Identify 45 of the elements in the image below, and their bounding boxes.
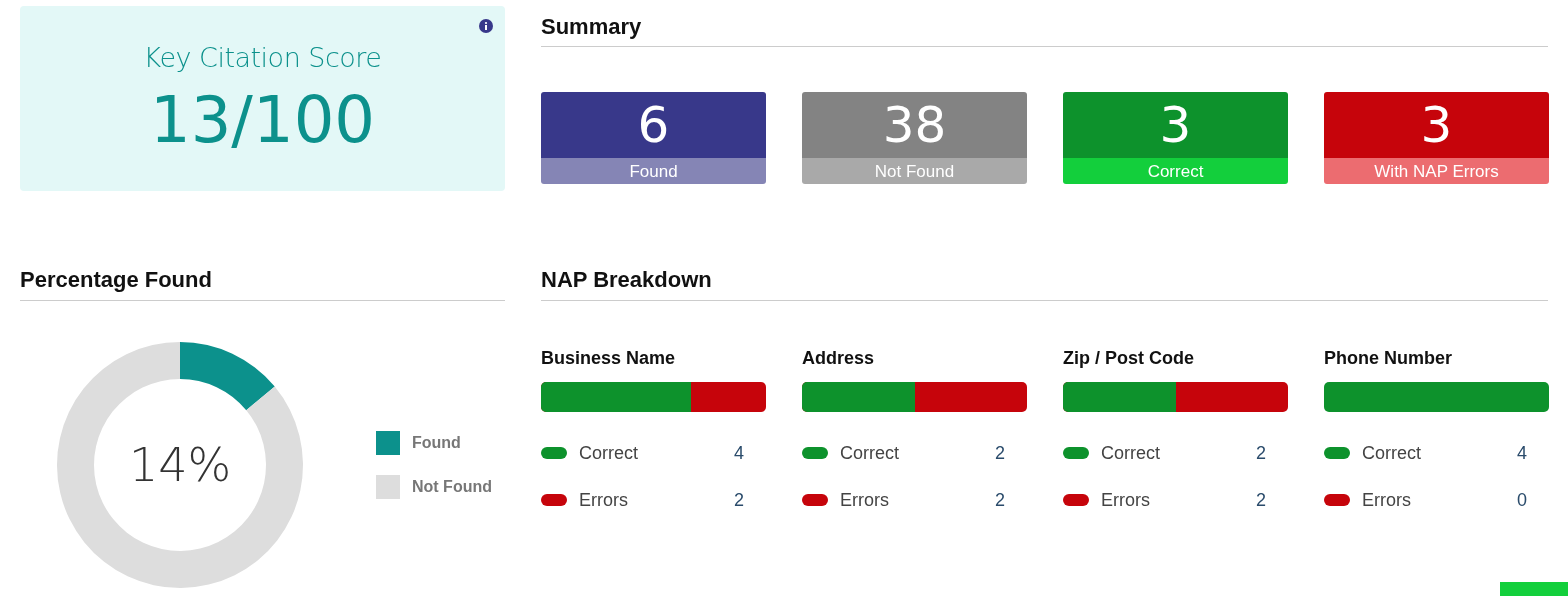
legend-label: Found [412, 432, 461, 453]
legend-pill [541, 447, 567, 460]
legend-label: Not Found [412, 476, 492, 497]
legend-pill [541, 494, 567, 507]
legend-pill [1324, 494, 1350, 507]
column-title: Address [802, 346, 876, 370]
count-value: 2 [1256, 488, 1266, 512]
tile-value: 3 [1063, 92, 1288, 159]
card-title: Key Citation Score [143, 41, 382, 75]
count-value: 2 [734, 488, 744, 512]
count-value: 2 [1256, 441, 1266, 465]
tile-label: With NAP Errors [1324, 158, 1549, 185]
score-value: 13/100 [149, 84, 376, 155]
legend-pill [1063, 494, 1089, 507]
legend-pill [1324, 447, 1350, 460]
tile-value: 3 [1324, 92, 1549, 159]
legend-pill [1063, 447, 1089, 460]
count-value: 4 [734, 441, 744, 465]
legend-pill [802, 494, 828, 507]
tile-value: 38 [802, 92, 1027, 159]
info-icon[interactable] [479, 19, 493, 33]
tile-value: 6 [541, 92, 766, 159]
count-value: 2 [995, 488, 1005, 512]
count-value: 0 [1517, 488, 1527, 512]
tile-label: Found [541, 158, 766, 185]
section-heading: Percentage Found [20, 267, 505, 301]
tile-label: Not Found [802, 158, 1027, 185]
donut-center-label: 14% [128, 436, 232, 494]
legend-label: Errors [1362, 488, 1412, 512]
column-title: Business Name [541, 346, 677, 370]
legend-pill [802, 447, 828, 460]
tile-label: Correct [1063, 158, 1288, 185]
section-heading: NAP Breakdown [541, 267, 1548, 301]
legend-label: Errors [1101, 488, 1151, 512]
column-title: Phone Number [1324, 346, 1453, 370]
legend-label: Correct [1101, 441, 1161, 465]
count-value: 4 [1517, 441, 1527, 465]
legend-label: Correct [1362, 441, 1422, 465]
legend-label: Correct [840, 441, 900, 465]
count-value: 2 [995, 441, 1005, 465]
legend-label: Correct [579, 441, 639, 465]
section-heading: Summary [541, 14, 1548, 48]
legend-label: Errors [840, 488, 890, 512]
legend-label: Errors [579, 488, 629, 512]
column-title: Zip / Post Code [1063, 346, 1195, 370]
